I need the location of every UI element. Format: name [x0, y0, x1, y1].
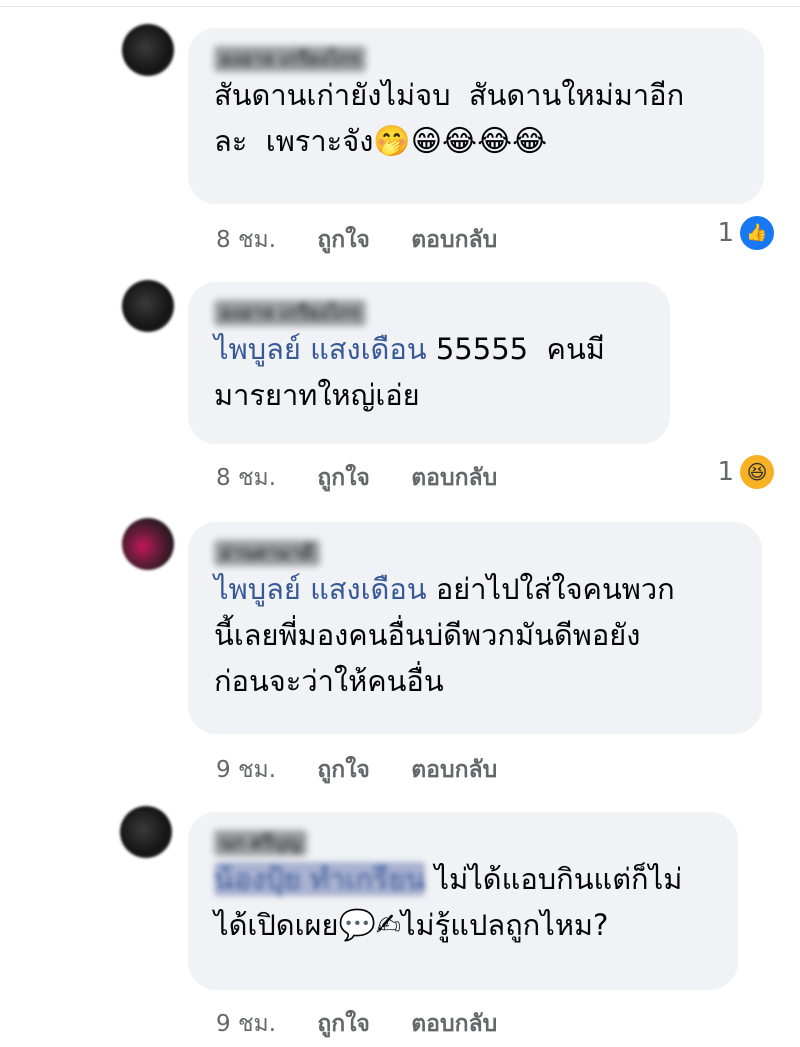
- comment-actions: 8 ชม. ถูกใจ ตอบกลับ: [216, 460, 531, 496]
- reaction-summary[interactable]: 1 😆: [717, 455, 774, 489]
- comment-text: สันดานเก่ายังไม่จบ สันดานใหม่มาอีก ละ เพ…: [214, 78, 685, 159]
- comment-actions: 9 ชม. ถูกใจ ตอบกลับ: [216, 752, 531, 788]
- comment-text: ไพบูลย์ แสงเดือน 55555 คนมี มารยาทใหญ่เอ…: [214, 332, 605, 412]
- mention-link[interactable]: ไพบูลย์ แสงเดือน: [214, 332, 427, 366]
- avatar[interactable]: [122, 24, 174, 76]
- comment-author[interactable]: องอาจ เกรียงไกร: [214, 46, 366, 72]
- reaction-count: 1: [717, 457, 734, 487]
- emoji-group: 🤭😁😂😂😂: [373, 124, 548, 159]
- comment-author[interactable]: อ่านตามาดี: [214, 540, 320, 566]
- comment-time[interactable]: 8 ชม.: [216, 227, 276, 253]
- comment-bubble: องอาจ เกรียงไกร ไพบูลย์ แสงเดือน 55555 ค…: [188, 282, 670, 444]
- like-button[interactable]: ถูกใจ: [317, 757, 370, 783]
- like-button[interactable]: ถูกใจ: [317, 1011, 370, 1037]
- comment-time[interactable]: 9 ชม.: [216, 1011, 276, 1037]
- mention-link[interactable]: น้องปุ้ย ทำเกรียน: [214, 862, 426, 896]
- reply-button[interactable]: ตอบกลับ: [411, 227, 497, 253]
- reaction-summary[interactable]: 1 👍: [717, 216, 774, 250]
- comment-bubble: นก ศรีบุญ น้องปุ้ย ทำเกรียน ไม่ได้แอบกิน…: [188, 812, 738, 990]
- like-icon: 👍: [740, 216, 774, 250]
- avatar[interactable]: [122, 518, 174, 570]
- avatar[interactable]: [122, 280, 174, 332]
- comment-author[interactable]: นก ศรีบุญ: [214, 830, 308, 856]
- comment-author[interactable]: องอาจ เกรียงไกร: [214, 300, 366, 326]
- mention-link[interactable]: ไพบูลย์ แสงเดือน: [214, 572, 427, 606]
- comment-time[interactable]: 8 ชม.: [216, 465, 276, 491]
- comment-text: น้องปุ้ย ทำเกรียน ไม่ได้แอบกินแต่ก็ไม่ ไ…: [214, 862, 683, 943]
- reply-button[interactable]: ตอบกลับ: [411, 465, 497, 491]
- avatar[interactable]: [120, 806, 172, 858]
- reaction-count: 1: [717, 218, 734, 248]
- like-button[interactable]: ถูกใจ: [317, 465, 370, 491]
- reply-button[interactable]: ตอบกลับ: [411, 757, 497, 783]
- haha-icon: 😆: [740, 455, 774, 489]
- comment-bubble: องอาจ เกรียงไกร สันดานเก่ายังไม่จบ สันดา…: [188, 28, 764, 204]
- comment-actions: 8 ชม. ถูกใจ ตอบกลับ: [216, 222, 531, 258]
- comment-bubble: อ่านตามาดี ไพบูลย์ แสงเดือน อย่าไปใส่ใจค…: [188, 522, 762, 734]
- comment-time[interactable]: 9 ชม.: [216, 757, 276, 783]
- comment-text: ไพบูลย์ แสงเดือน อย่าไปใส่ใจคนพวก นี้เลย…: [214, 572, 675, 698]
- reply-button[interactable]: ตอบกลับ: [411, 1011, 497, 1037]
- comment-actions: 9 ชม. ถูกใจ ตอบกลับ: [216, 1006, 531, 1042]
- like-button[interactable]: ถูกใจ: [317, 227, 370, 253]
- speech-bubble-writing-hand-icon: 💬✍: [338, 908, 401, 943]
- top-divider: [0, 6, 800, 7]
